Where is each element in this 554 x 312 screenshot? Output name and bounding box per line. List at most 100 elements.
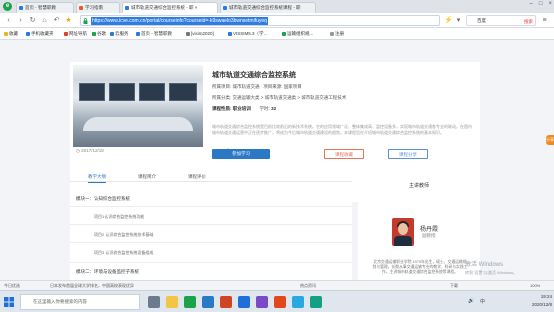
word-icon[interactable] bbox=[202, 296, 214, 308]
course-cover-image bbox=[73, 65, 203, 147]
nav-icon bbox=[64, 31, 68, 36]
browser-tabbar: e 首页 - 智慧职教 学习指南 城市轨道交通综合监控系统 - 职 × 城市轨道… bbox=[0, 0, 554, 13]
avatar bbox=[392, 218, 414, 246]
share-course-button[interactable]: 课程分享 bbox=[388, 149, 428, 159]
section-item[interactable]: 项目2 认识综合监控系统技术基础 bbox=[94, 232, 153, 238]
url-input[interactable]: https://www.icve.com.cn/portal/courseinf… bbox=[80, 15, 440, 26]
task-view-icon[interactable] bbox=[148, 296, 160, 308]
app-icon[interactable] bbox=[310, 296, 322, 308]
tab-syllabus[interactable]: 教学大纲 bbox=[88, 172, 106, 183]
bookmark-item[interactable]: [visim2020] bbox=[186, 28, 214, 40]
refresh-icon[interactable]: ↻ bbox=[28, 16, 37, 25]
teacher-rank: 副教授 bbox=[422, 233, 436, 238]
section-item[interactable]: 项目1认识综合监控系统功能 bbox=[94, 214, 144, 220]
tab-intro[interactable]: 课程简介 bbox=[138, 172, 156, 182]
phone-icon bbox=[26, 31, 30, 36]
file-explorer-icon[interactable] bbox=[166, 296, 178, 308]
windows-start-icon[interactable] bbox=[4, 297, 14, 307]
favorite-course-button[interactable]: 课程收藏 bbox=[324, 149, 364, 159]
page-content: ◷ 2017/12/18 👁 261 城市轨道交通综合监控系统 所属项目: 城市… bbox=[0, 40, 554, 280]
menu-icon[interactable]: ≡ bbox=[540, 16, 549, 25]
status-hot[interactable]: 热点资讯 bbox=[300, 281, 316, 290]
app-icon[interactable] bbox=[238, 296, 250, 308]
undo-icon[interactable]: ↶ bbox=[52, 16, 61, 25]
lightning-icon[interactable]: ⚡ bbox=[444, 16, 453, 25]
windows-taskbar: 在这里输入你要搜索的内容 中 🔊 19:24 2020/12/8 bbox=[0, 290, 554, 312]
tab-reviews[interactable]: 课程评价 bbox=[188, 172, 206, 182]
module-title[interactable]: 模块一：认知综合监控系统 bbox=[76, 196, 130, 202]
teacher-card: 主讲教师 杨丹霞 副教授 北京交通运输职业学院 1975年出生，硕士，交通运输规… bbox=[358, 178, 480, 280]
teacher-bio: 北京交通运输职业学院 1975年出生，硕士，交通运输规划与管理，长期从事交通运输… bbox=[372, 260, 468, 274]
date-text: ◷ 2017/12/18 bbox=[76, 148, 104, 153]
app-icon[interactable] bbox=[256, 296, 268, 308]
bookmark-item[interactable]: 手机收藏夹 bbox=[26, 28, 54, 40]
google-icon bbox=[92, 31, 96, 36]
site-icon bbox=[228, 31, 232, 36]
browser-tab-3-active[interactable]: 城市轨道交通综合监控系统 - 职 × bbox=[122, 2, 218, 13]
bookmark-item[interactable]: VISSIM5.3（学… bbox=[228, 28, 268, 40]
join-study-button[interactable]: 参加学习 bbox=[212, 149, 270, 159]
tab-favicon-icon bbox=[79, 6, 83, 10]
bookmark-item[interactable]: 云服务 bbox=[110, 28, 129, 40]
site-icon bbox=[330, 31, 334, 36]
search-button[interactable]: 搜索 bbox=[524, 17, 533, 26]
star-icon bbox=[4, 31, 8, 36]
close-icon[interactable]: × bbox=[548, 1, 552, 7]
bookmark-item[interactable]: 运输组织规... bbox=[282, 28, 313, 40]
teacher-heading: 主讲教师 bbox=[408, 183, 429, 189]
favorite-star-icon[interactable]: ★ bbox=[64, 16, 73, 25]
browser-tab-1[interactable]: 首页 - 智慧职教 bbox=[16, 2, 74, 13]
powerpoint-icon[interactable] bbox=[220, 296, 232, 308]
cloud-icon bbox=[110, 31, 114, 36]
back-icon[interactable]: ‹ bbox=[4, 16, 13, 25]
windows-activation-watermark: 激活 Windows 转到"设置"以激活 Windows。 bbox=[465, 262, 518, 275]
maximize-icon[interactable]: □ bbox=[539, 1, 543, 7]
nature-line: 课程性质: 职业培训 学时: 32 bbox=[212, 106, 277, 111]
bookmarks-bar: 收藏 手机收藏夹 网址导航 谷歌 云服务 首页 - 智慧职教 [visim202… bbox=[0, 28, 554, 40]
course-description: 城市轨道交通综合监控系统是目前比较前沿的新技术系统。它的应用领域广泛、整体集成高… bbox=[212, 124, 472, 135]
ime-indicator[interactable]: 中 bbox=[480, 298, 485, 305]
clock[interactable]: 19:24 2020/12/8 bbox=[532, 293, 552, 309]
url-text: https://www.icve.com.cn/portal/courseinf… bbox=[91, 17, 268, 25]
site-icon bbox=[136, 31, 140, 36]
bookmark-item[interactable]: 首页 - 智慧职教 bbox=[136, 28, 172, 40]
tab-favicon-icon bbox=[19, 6, 23, 10]
syllabus-list: 模块一：认知综合监控系统 项目1认识综合监控系统功能 项目2 认识综合监控系统技… bbox=[70, 184, 352, 280]
bookmark-item[interactable]: 收藏 bbox=[4, 28, 18, 40]
minimize-icon[interactable]: – bbox=[530, 1, 533, 7]
bookmark-item[interactable]: 谷歌 bbox=[92, 28, 106, 40]
browser-tab-2[interactable]: 学习指南 bbox=[76, 2, 120, 13]
site-icon bbox=[282, 31, 286, 36]
address-bar: ‹ › ↻ ⌂ ↶ ★ https://www.icve.com.cn/port… bbox=[0, 13, 554, 28]
browser-logo-icon[interactable]: e bbox=[3, 2, 12, 11]
browser-tab-4[interactable]: 城市轨道交通综合监控系统课程 - 职 bbox=[220, 2, 316, 13]
dropdown-icon[interactable]: ▾ bbox=[454, 16, 463, 25]
forward-icon[interactable]: › bbox=[16, 16, 25, 25]
lock-icon bbox=[83, 18, 88, 24]
category-line: 所属分类: 交通运输大类 > 城市轨道交通类 > 城市轨道交通工程技术 bbox=[212, 95, 347, 100]
course-tabs: 教学大纲 课程简介 课程评价 bbox=[70, 172, 352, 183]
home-icon[interactable]: ⌂ bbox=[40, 16, 49, 25]
status-today-pick[interactable]: 今日优选 bbox=[4, 281, 20, 290]
bookmark-item[interactable]: 注册 bbox=[330, 28, 344, 40]
status-download[interactable]: 下载 bbox=[450, 281, 458, 290]
bookmark-item[interactable]: 网址导航 bbox=[64, 28, 87, 40]
zoom-level[interactable]: 100% bbox=[530, 281, 540, 290]
window-controls: – □ × bbox=[530, 1, 552, 7]
share-float-button[interactable]: 分享 bbox=[546, 135, 554, 145]
teacher-name[interactable]: 杨丹霞 bbox=[420, 224, 438, 233]
tab-favicon-icon bbox=[125, 6, 129, 10]
volume-icon[interactable]: 🔊 bbox=[468, 298, 474, 304]
section-item[interactable]: 项目3 认识综合监控系统设备组成 bbox=[94, 250, 153, 256]
browser-taskbar-icon[interactable] bbox=[184, 296, 196, 308]
course-title: 城市轨道交通综合监控系统 bbox=[212, 72, 296, 79]
search-input[interactable]: 百度 搜索 bbox=[466, 15, 536, 26]
module-title[interactable]: 模块二：环境与设备监控子系统 bbox=[76, 269, 139, 275]
status-news[interactable]: 日本发布首届全球大学排名，中国高校表现优异 bbox=[50, 281, 134, 290]
app-icon[interactable] bbox=[274, 296, 286, 308]
taskbar-search-input[interactable]: 在这里输入你要搜索的内容 bbox=[20, 294, 140, 310]
site-icon bbox=[186, 31, 190, 36]
app-icon[interactable] bbox=[292, 296, 304, 308]
project-line: 所属项目: 城市轨道交通 项目来源: 国家项目 bbox=[212, 84, 302, 89]
browser-statusbar: 今日优选 日本发布首届全球大学排名，中国高校表现优异 热点资讯 下载 100% bbox=[0, 280, 554, 290]
